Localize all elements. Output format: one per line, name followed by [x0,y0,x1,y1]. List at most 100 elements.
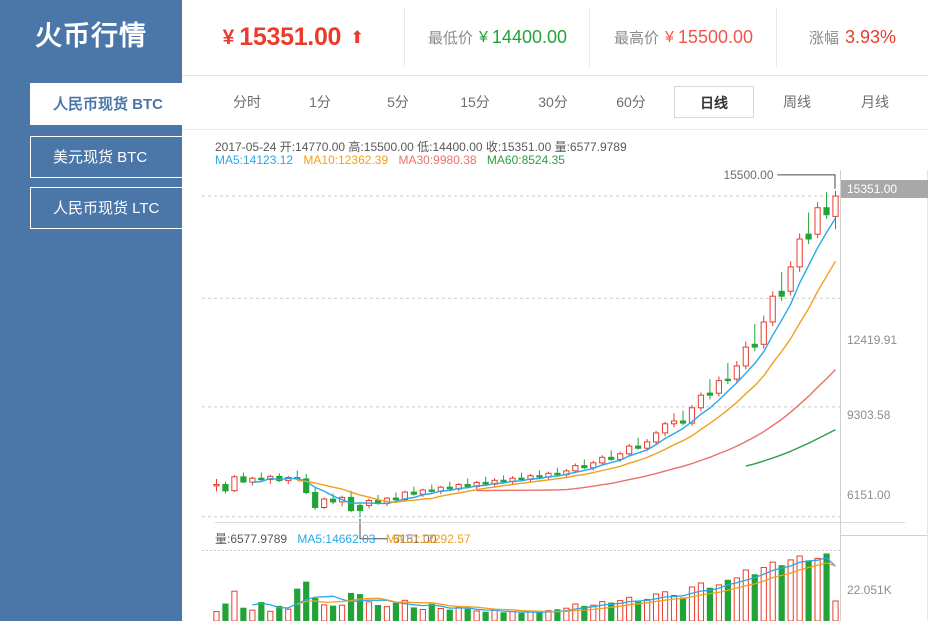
candle-body [752,344,757,347]
candle-body [761,322,766,344]
tab-4[interactable]: 30分 [524,86,582,118]
volume-panel[interactable] [202,550,840,621]
candle-body [671,421,676,424]
candle-body [519,478,524,479]
volume-bar [761,568,766,621]
candle-body [662,424,667,433]
ma60-legend: MA60:8524.35 [487,153,565,167]
tab-8[interactable]: 月线 [846,86,904,118]
volume-bar [420,610,425,621]
candle-body [429,490,434,491]
volume-bar [537,613,542,621]
candle-body [232,477,237,491]
sidebar-item-usd-btc[interactable]: 美元现货 BTC [30,136,190,178]
candle-body [636,446,641,448]
volume-bar [277,606,282,621]
volume-bar [510,612,515,621]
candle-body [645,442,650,448]
volume-legend: 量:6577.9789 MA5:14662.03 MA10:12292.57 [215,530,471,547]
tab-7[interactable]: 周线 [768,86,826,118]
volume-bar [438,609,443,621]
volume-ma5-legend: MA5:14662.03 [297,532,375,546]
volume-bar [743,570,748,621]
high-price-value: 15500.00 [678,27,753,48]
high-price-stat: 最高价 ¥ 15500.00 [590,0,777,75]
tab-label: 月线 [861,94,889,110]
volume-bar [313,599,318,621]
sidebar-item-label: 美元现货 BTC [53,149,147,166]
volume-bar [501,613,506,621]
high-annotation-leader [778,175,836,189]
volume-bar [214,612,219,621]
price-axis-label: 15351.00 [841,180,928,198]
candle-body [483,482,488,484]
candle-body [824,208,829,215]
sidebar-item-label: 人民币现货 LTC [53,200,159,217]
chart-container: 2017-05-24 开:14770.00 高:15500.00 低:14400… [182,130,928,621]
candle-body [357,505,362,510]
candle-body [465,485,470,487]
yen-symbol: ¥ [479,29,488,47]
sidebar-item-cny-btc[interactable]: 人民币现货 BTC [30,83,195,125]
volume-bar [636,602,641,621]
price-axis-label: 6151.00 [847,488,890,502]
candle-body [725,379,730,380]
timeframe-tabs: 分时 1分 5分 15分 30分 60分日线 周线 月线 [182,76,928,130]
axis-segment-divider [841,535,928,536]
volume-bar [483,612,488,621]
ma5-legend: MA5:14123.12 [215,153,293,167]
candle-body [573,466,578,471]
volume-bar [734,578,739,621]
tab-label: 周线 [783,94,811,110]
volume-bar [250,610,255,621]
candle-body [698,395,703,408]
candle-body [259,478,264,479]
candlestick-price-panel[interactable]: 15500.006151.00 [202,170,840,550]
volume-bar [286,609,291,621]
price-axis-label: 9303.58 [847,408,890,422]
candle-body [348,497,353,510]
sidebar: 火币行情 人民币现货 BTC 美元现货 BTC 人民币现货 LTC [0,0,182,621]
ma10-legend: MA10:12362.39 [303,153,388,167]
last-price-value: 15351.00 [239,23,341,52]
volume-bar [609,603,614,621]
candle-body [322,499,327,507]
volume-bar [833,601,838,621]
volume-bar [232,591,237,621]
volume-bar [331,606,336,621]
candle-body [788,267,793,291]
candle-body [313,493,318,508]
candle-body [537,476,542,477]
candle-body [411,492,416,494]
tab-2[interactable]: 5分 [372,86,424,118]
volume-bar [680,598,685,621]
candle-body [420,490,425,494]
candle-body [393,498,398,500]
volume-bar [429,604,434,621]
last-price-stat: ¥ 15351.00 ⬆ [182,0,405,75]
volume-bar [752,575,757,621]
volume-bar [474,611,479,621]
sidebar-item-cny-ltc[interactable]: 人民币现货 LTC [30,187,190,229]
tab-5[interactable]: 60分 [602,86,660,118]
volume-bar [456,608,461,621]
volume-bar [366,602,371,621]
volume-bar [259,603,264,621]
up-arrow-icon: ⬆ [350,29,364,46]
tab-label: 30分 [538,94,568,110]
change-value: 3.93% [845,27,896,48]
high-price-label: 最高价 [614,27,659,48]
price-axis: 15351.0012419.919303.586151.0022.051K [840,170,928,621]
tab-0[interactable]: 分时 [218,86,276,118]
candle-body [743,347,748,366]
chart-ma-legend: MA5:14123.12 MA10:12362.39 MA30:9980.38 … [215,153,565,167]
tab-6[interactable]: 日线 [674,86,754,118]
tab-label: 5分 [387,94,409,110]
tab-1[interactable]: 1分 [294,86,346,118]
tab-3[interactable]: 15分 [446,86,504,118]
app-root: 火币行情 人民币现货 BTC 美元现货 BTC 人民币现货 LTC ¥ 1535… [0,0,928,621]
change-label: 涨幅 [809,27,839,48]
candle-body [707,393,712,395]
low-price-value: 14400.00 [492,27,567,48]
candle-body [331,499,336,502]
